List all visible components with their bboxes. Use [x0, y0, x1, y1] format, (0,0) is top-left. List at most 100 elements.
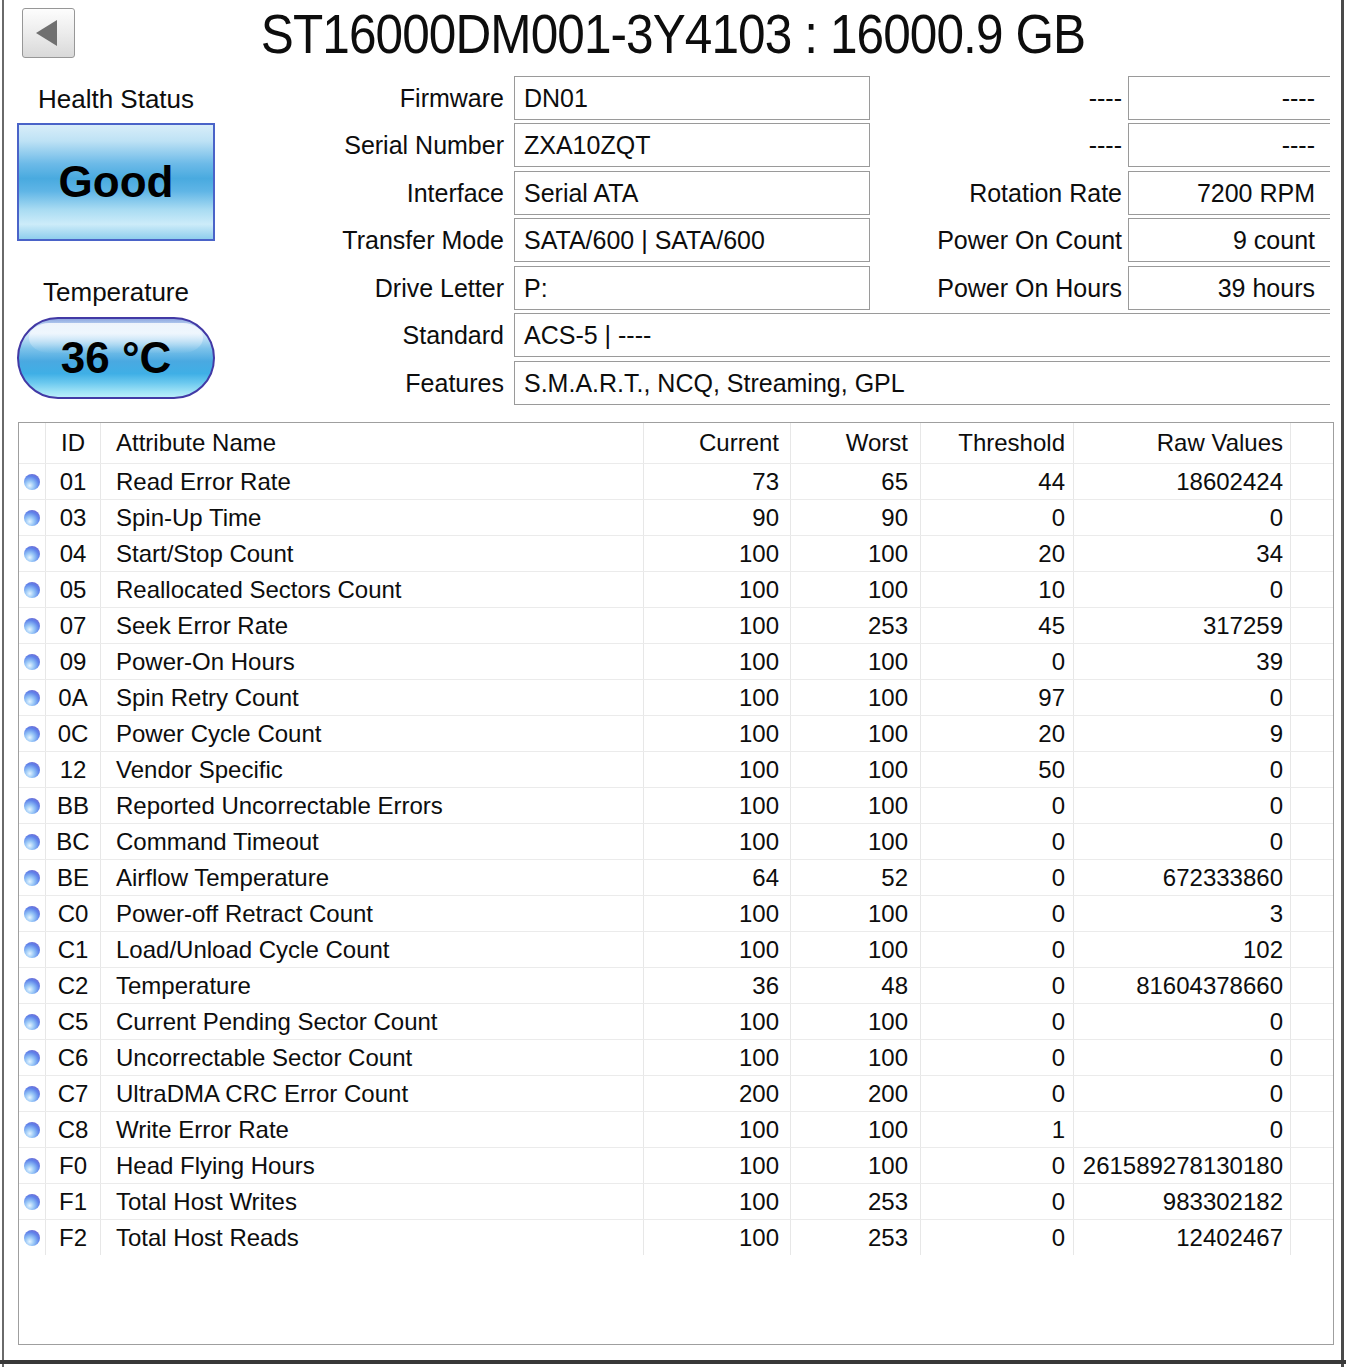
info-label-0: Firmware	[200, 76, 504, 120]
stat-label-1: ----	[818, 123, 1122, 167]
cell-id: 0A	[46, 680, 101, 715]
info-value-1[interactable]: ZXA10ZQT	[514, 123, 870, 167]
stat-label-4: Power On Hours	[818, 266, 1122, 310]
cell-id: 05	[46, 572, 101, 607]
cell-status	[19, 1148, 46, 1183]
cell-threshold: 0	[921, 824, 1074, 859]
cell-worst: 100	[791, 680, 921, 715]
cell-worst: 253	[791, 1220, 921, 1255]
cell-current: 100	[644, 1148, 791, 1183]
cell-attribute-name: Temperature	[101, 968, 644, 1003]
cell-threshold: 0	[921, 788, 1074, 823]
cell-current: 100	[644, 824, 791, 859]
cell-current: 100	[644, 680, 791, 715]
status-dot-icon	[24, 1014, 40, 1030]
info-value-4[interactable]: P:	[514, 266, 870, 310]
cell-threshold: 97	[921, 680, 1074, 715]
cell-raw-values: 0	[1074, 500, 1291, 535]
table-row[interactable]: F2Total Host Reads100253012402467	[19, 1219, 1333, 1255]
stat-value-3[interactable]: 9 count	[1128, 218, 1330, 262]
cell-status	[19, 1184, 46, 1219]
cell-raw-values: 81604378660	[1074, 968, 1291, 1003]
info-value-0[interactable]: DN01	[514, 76, 870, 120]
cell-current: 100	[644, 1004, 791, 1039]
cell-worst: 48	[791, 968, 921, 1003]
table-row[interactable]: C5Current Pending Sector Count10010000	[19, 1003, 1333, 1039]
header-current: Current	[644, 423, 791, 463]
table-row[interactable]: F1Total Host Writes1002530983302182	[19, 1183, 1333, 1219]
cell-id: 04	[46, 536, 101, 571]
temperature-badge[interactable]: 36 °C	[17, 317, 215, 399]
table-row[interactable]: 0CPower Cycle Count100100209	[19, 715, 1333, 751]
cell-id: 12	[46, 752, 101, 787]
cell-raw-values: 0	[1074, 680, 1291, 715]
table-row[interactable]: C1Load/Unload Cycle Count1001000102	[19, 931, 1333, 967]
cell-attribute-name: Airflow Temperature	[101, 860, 644, 895]
status-dot-icon	[24, 834, 40, 850]
table-row[interactable]: C8Write Error Rate10010010	[19, 1111, 1333, 1147]
cell-id: BB	[46, 788, 101, 823]
info-value-5[interactable]: ACS-5 | ----	[514, 313, 1330, 357]
cell-worst: 52	[791, 860, 921, 895]
cell-id: C1	[46, 932, 101, 967]
cell-attribute-name: Reallocated Sectors Count	[101, 572, 644, 607]
info-value-6[interactable]: S.M.A.R.T., NCQ, Streaming, GPL	[514, 361, 1330, 405]
table-row[interactable]: 03Spin-Up Time909000	[19, 499, 1333, 535]
table-row[interactable]: 01Read Error Rate73654418602424	[19, 463, 1333, 499]
status-dot-icon	[24, 546, 40, 562]
table-row[interactable]: C7UltraDMA CRC Error Count20020000	[19, 1075, 1333, 1111]
status-dot-icon	[24, 726, 40, 742]
stat-value-1[interactable]: ----	[1128, 123, 1330, 167]
cell-spacer	[1291, 1148, 1333, 1183]
stat-value-0[interactable]: ----	[1128, 76, 1330, 120]
cell-spacer	[1291, 644, 1333, 679]
table-row[interactable]: C2Temperature3648081604378660	[19, 967, 1333, 1003]
info-value-3[interactable]: SATA/600 | SATA/600	[514, 218, 870, 262]
cell-raw-values: 102	[1074, 932, 1291, 967]
cell-id: C5	[46, 1004, 101, 1039]
cell-current: 100	[644, 1040, 791, 1075]
table-row[interactable]: BBReported Uncorrectable Errors10010000	[19, 787, 1333, 823]
cell-worst: 100	[791, 896, 921, 931]
table-row[interactable]: 0ASpin Retry Count100100970	[19, 679, 1333, 715]
table-row[interactable]: BCCommand Timeout10010000	[19, 823, 1333, 859]
cell-current: 73	[644, 464, 791, 499]
info-label-5: Standard	[200, 313, 504, 357]
status-dot-icon	[24, 1122, 40, 1138]
cell-attribute-name: Power Cycle Count	[101, 716, 644, 751]
table-row[interactable]: F0Head Flying Hours100100026158927813018…	[19, 1147, 1333, 1183]
cell-current: 100	[644, 1220, 791, 1255]
table-row[interactable]: C0Power-off Retract Count10010003	[19, 895, 1333, 931]
stat-value-4[interactable]: 39 hours	[1128, 266, 1330, 310]
table-row[interactable]: 09Power-On Hours100100039	[19, 643, 1333, 679]
cell-current: 100	[644, 1184, 791, 1219]
cell-raw-values: 3	[1074, 896, 1291, 931]
table-row[interactable]: 12Vendor Specific100100500	[19, 751, 1333, 787]
cell-spacer	[1291, 680, 1333, 715]
table-row[interactable]: C6Uncorrectable Sector Count10010000	[19, 1039, 1333, 1075]
header-attribute-name: Attribute Name	[101, 423, 644, 463]
cell-threshold: 20	[921, 716, 1074, 751]
cell-current: 100	[644, 1112, 791, 1147]
cell-status	[19, 644, 46, 679]
cell-current: 100	[644, 608, 791, 643]
table-row[interactable]: 04Start/Stop Count1001002034	[19, 535, 1333, 571]
table-row[interactable]: BEAirflow Temperature64520672333860	[19, 859, 1333, 895]
cell-worst: 90	[791, 500, 921, 535]
status-dot-icon	[24, 582, 40, 598]
stat-value-2[interactable]: 7200 RPM	[1128, 171, 1330, 215]
cell-raw-values: 0	[1074, 788, 1291, 823]
status-dot-icon	[24, 762, 40, 778]
cell-raw-values: 18602424	[1074, 464, 1291, 499]
table-row[interactable]: 07Seek Error Rate10025345317259	[19, 607, 1333, 643]
temperature-value: 36 °C	[61, 333, 172, 383]
status-dot-icon	[24, 618, 40, 634]
back-button[interactable]	[22, 8, 75, 58]
health-status-badge[interactable]: Good	[17, 123, 215, 241]
table-row[interactable]: 05Reallocated Sectors Count100100100	[19, 571, 1333, 607]
cell-raw-values: 0	[1074, 1004, 1291, 1039]
info-value-2[interactable]: Serial ATA	[514, 171, 870, 215]
cell-id: 07	[46, 608, 101, 643]
cell-spacer	[1291, 536, 1333, 571]
cell-worst: 100	[791, 1004, 921, 1039]
